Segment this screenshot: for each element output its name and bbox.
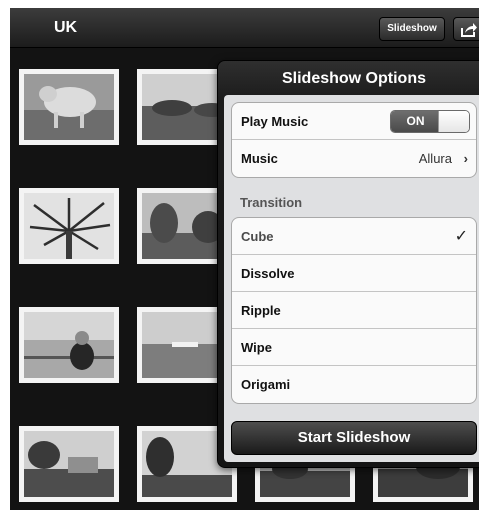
transition-option-ripple[interactable]: Ripple xyxy=(232,292,476,329)
slideshow-button[interactable]: Slideshow xyxy=(379,17,445,41)
transition-option-cube[interactable]: Cube ✓ xyxy=(232,218,476,255)
transition-label: Origami xyxy=(241,377,291,392)
music-row[interactable]: Music Allura › xyxy=(232,140,476,177)
slideshow-options-popover: Slideshow Options Play Music ON Music Al… xyxy=(217,60,479,468)
start-slideshow-button[interactable]: Start Slideshow xyxy=(231,421,477,455)
toggle-knob[interactable] xyxy=(438,111,469,132)
play-music-label: Play Music xyxy=(241,114,309,129)
popover-content: Play Music ON Music Allura › Transition … xyxy=(224,95,479,462)
play-music-row: Play Music ON xyxy=(232,103,476,140)
share-icon xyxy=(461,23,477,37)
toggle-on-label: ON xyxy=(391,111,440,132)
music-label: Music xyxy=(241,151,278,166)
popover-title: Slideshow Options xyxy=(281,70,426,87)
share-button[interactable] xyxy=(453,17,479,41)
music-settings-group: Play Music ON Music Allura › xyxy=(231,102,477,178)
transition-label: Ripple xyxy=(241,303,281,318)
album-title: UK xyxy=(54,19,78,36)
chevron-right-icon: › xyxy=(463,151,468,166)
transition-label: Dissolve xyxy=(241,266,295,281)
photo-thumbnail[interactable] xyxy=(19,426,119,502)
photo-thumbnail[interactable] xyxy=(19,69,119,145)
photo-thumbnail[interactable] xyxy=(19,188,119,264)
transition-label: Wipe xyxy=(241,340,272,355)
checkmark-icon: ✓ xyxy=(454,228,468,245)
transition-section-header: Transition xyxy=(240,195,303,210)
photo-browser: UK Slideshow Slideshow Options Play Musi… xyxy=(10,8,479,510)
navigation-bar: UK Slideshow xyxy=(10,8,479,48)
transition-option-dissolve[interactable]: Dissolve xyxy=(232,255,476,292)
music-value: Allura xyxy=(418,151,452,166)
transition-option-wipe[interactable]: Wipe xyxy=(232,329,476,366)
photo-thumbnail[interactable] xyxy=(19,307,119,383)
transition-option-origami[interactable]: Origami xyxy=(232,366,476,403)
transition-options-group: Cube ✓ Dissolve Ripple Wipe Origami xyxy=(231,217,477,404)
transition-label: Cube xyxy=(241,229,274,244)
play-music-toggle[interactable]: ON xyxy=(390,110,470,133)
